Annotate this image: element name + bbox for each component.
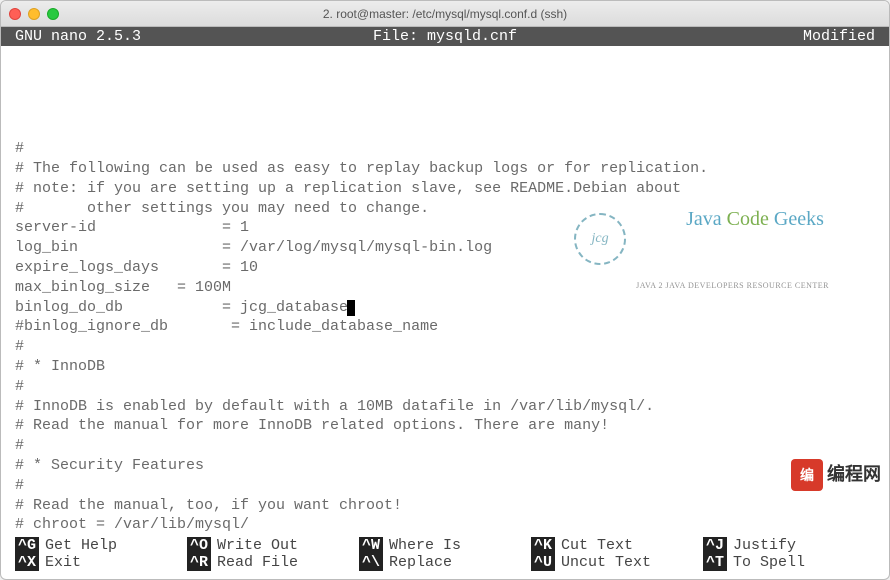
shortcut-key: ^G (15, 537, 39, 554)
nano-shortcut[interactable]: ^K Cut Text (531, 537, 703, 554)
editor-line: binlog_do_db = jcg_database (15, 298, 875, 318)
nano-footer: ^G Get Help ^O Write Out ^W Where Is ^K Cut Tex… (1, 535, 889, 579)
editor-line: server-id = 1 (15, 218, 875, 238)
shortcut-key: ^K (531, 537, 555, 554)
shortcut-key: ^W (359, 537, 383, 554)
window-titlebar: 2. root@master: /etc/mysql/mysql.conf.d … (1, 1, 889, 27)
editor-line: # InnoDB is enabled by default with a 10… (15, 397, 875, 417)
shortcut-label: Cut Text (561, 537, 633, 554)
close-icon[interactable] (9, 8, 21, 20)
editor-line: # (15, 139, 875, 159)
nano-shortcut[interactable]: ^R Read File (187, 554, 359, 571)
nano-shortcut[interactable]: ^X Exit (15, 554, 187, 571)
editor-line: # * InnoDB (15, 357, 875, 377)
minimize-icon[interactable] (28, 8, 40, 20)
shortcut-label: To Spell (733, 554, 805, 571)
editor-line: # (15, 436, 875, 456)
nano-filename: File: mysqld.cnf (302, 28, 589, 45)
editor-line: # * Security Features (15, 456, 875, 476)
nano-shortcut[interactable]: ^T To Spell (703, 554, 875, 571)
shortcut-key: ^O (187, 537, 211, 554)
shortcut-key: ^J (703, 537, 727, 554)
editor-line: # chroot = /var/lib/mysql/ (15, 515, 875, 535)
nano-version: GNU nano 2.5.3 (15, 28, 302, 45)
editor-line: #binlog_ignore_db = include_database_nam… (15, 317, 875, 337)
editor-area[interactable]: jcg Java Code Geeks Java 2 Java Develope… (1, 46, 889, 535)
editor-line: # The following can be used as easy to r… (15, 159, 875, 179)
shortcut-key: ^X (15, 554, 39, 571)
nano-shortcut[interactable]: ^J Justify (703, 537, 875, 554)
nano-modified-status: Modified (588, 28, 875, 45)
shortcut-key: ^T (703, 554, 727, 571)
shortcut-label: Uncut Text (561, 554, 651, 571)
editor-line: # (15, 476, 875, 496)
editor-line: # (15, 377, 875, 397)
shortcut-label: Where Is (389, 537, 461, 554)
shortcut-key: ^U (531, 554, 555, 571)
editor-line: # (15, 337, 875, 357)
nano-shortcut[interactable]: ^G Get Help (15, 537, 187, 554)
editor-line: max_binlog_size = 100M (15, 278, 875, 298)
shortcut-label: Read File (217, 554, 298, 571)
editor-line: expire_logs_days = 10 (15, 258, 875, 278)
text-cursor (347, 300, 355, 316)
editor-line: # note: if you are setting up a replicat… (15, 179, 875, 199)
shortcut-label: Write Out (217, 537, 298, 554)
nano-shortcut[interactable]: ^O Write Out (187, 537, 359, 554)
shortcut-label: Exit (45, 554, 81, 571)
window-controls (9, 8, 59, 20)
maximize-icon[interactable] (47, 8, 59, 20)
editor-line: # other settings you may need to change. (15, 199, 875, 219)
shortcut-key: ^R (187, 554, 211, 571)
editor-line: # Read the manual, too, if you want chro… (15, 496, 875, 516)
nano-header: GNU nano 2.5.3 File: mysqld.cnf Modified (1, 27, 889, 46)
shortcut-label: Replace (389, 554, 452, 571)
editor-line: # Read the manual for more InnoDB relate… (15, 416, 875, 436)
nano-shortcut[interactable]: ^W Where Is (359, 537, 531, 554)
nano-shortcut[interactable]: ^U Uncut Text (531, 554, 703, 571)
shortcut-key: ^\ (359, 554, 383, 571)
nano-shortcut[interactable]: ^\ Replace (359, 554, 531, 571)
shortcut-label: Get Help (45, 537, 117, 554)
terminal-window: 2. root@master: /etc/mysql/mysql.conf.d … (0, 0, 890, 580)
shortcut-label: Justify (733, 537, 796, 554)
window-title: 2. root@master: /etc/mysql/mysql.conf.d … (323, 7, 567, 21)
editor-line: log_bin = /var/log/mysql/mysql-bin.log (15, 238, 875, 258)
